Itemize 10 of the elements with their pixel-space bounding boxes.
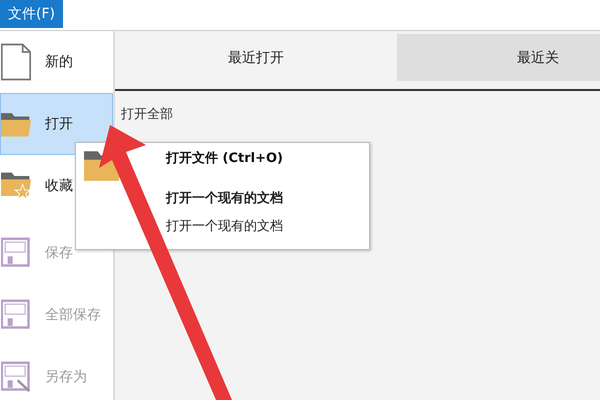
file-menu[interactable]: 文件(F) <box>0 0 63 28</box>
sidebar-item[interactable]: 打开 <box>0 93 113 155</box>
tooltip-text: 打开一个现有的文档 <box>166 218 283 235</box>
sidebar-item[interactable]: 收藏 <box>0 155 113 217</box>
tooltip-text: 打开一个现有的文档 <box>166 190 283 207</box>
tooltip-title: 打开文件 (Ctrl+O) <box>166 150 283 167</box>
folder-icon <box>1 110 31 138</box>
open-all-link[interactable]: 打开全部 <box>121 105 173 123</box>
sidebar-item[interactable]: 新的 <box>0 31 113 93</box>
tab[interactable]: 最近关 <box>397 34 600 81</box>
